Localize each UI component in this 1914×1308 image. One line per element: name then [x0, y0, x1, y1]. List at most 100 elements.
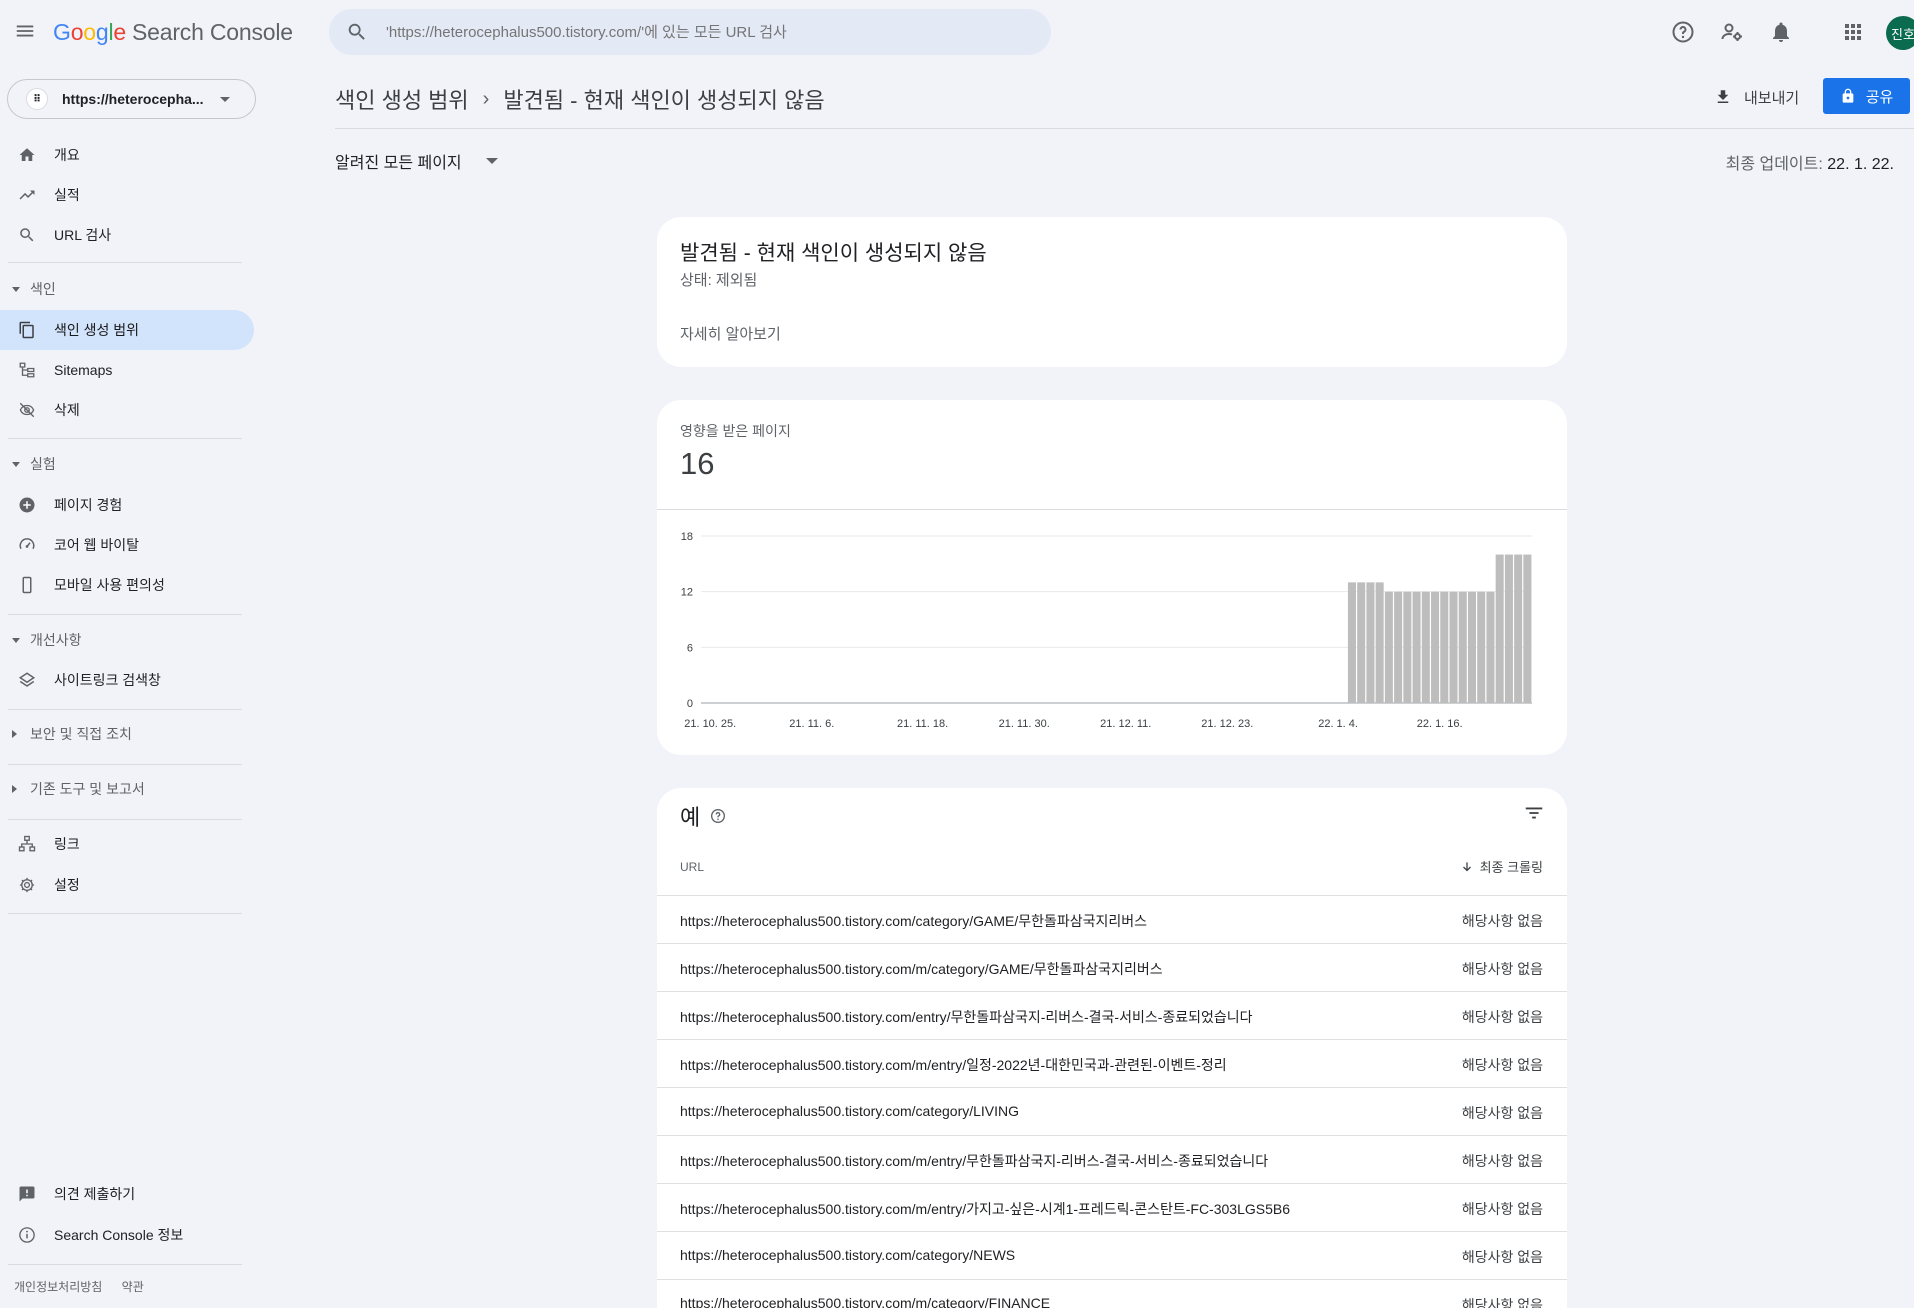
sidebar-item-url-inspection[interactable]: URL 검사	[0, 215, 254, 255]
lock-icon	[1842, 88, 1854, 103]
sidebar-item-links[interactable]: 링크	[0, 824, 254, 864]
table-row[interactable]: https://heterocephalus500.tistory.com/m/…	[657, 1135, 1567, 1183]
feedback-icon	[19, 1186, 35, 1202]
x-tick-label: 21. 11. 6.	[789, 718, 834, 730]
sidebar-item-mobile-usability[interactable]: 모바일 사용 편의성	[0, 565, 254, 605]
sidebar-item-sitelinks-searchbox[interactable]: 사이트링크 검색창	[0, 660, 254, 700]
affected-pages-count: 16	[680, 446, 715, 481]
chart-bar	[1421, 591, 1430, 703]
sitemap-icon	[19, 362, 35, 378]
row-last-crawled: 해당사항 없음	[1461, 913, 1543, 929]
examples-table-card: 예 URL 최종 크롤링 https://heterocephalus500.t…	[657, 788, 1567, 1308]
affected-pages-label: 영향을 받은 페이지	[680, 423, 791, 439]
url-inspect-search-bar[interactable]	[329, 9, 1051, 55]
property-label: https://heterocepha...	[62, 91, 204, 107]
chart-bar	[1412, 591, 1421, 703]
chart-bar	[1514, 554, 1523, 703]
sidebar-item-overview[interactable]: 개요	[0, 135, 254, 175]
speed-gauge-icon	[19, 538, 35, 550]
row-url[interactable]: https://heterocephalus500.tistory.com/m/…	[680, 1151, 1268, 1171]
hamburger-menu-icon[interactable]	[14, 20, 36, 42]
table-row[interactable]: https://heterocephalus500.tistory.com/m/…	[657, 1183, 1567, 1231]
trending-up-icon	[19, 190, 35, 200]
chart-bar	[1384, 591, 1393, 703]
sidebar-item-removals[interactable]: 삭제	[0, 390, 254, 430]
row-url[interactable]: https://heterocephalus500.tistory.com/ca…	[680, 1247, 1015, 1263]
sidebar-item-coverage[interactable]: 색인 생성 범위	[0, 310, 254, 350]
sidebar-section-enhancements[interactable]: 개선사항	[0, 622, 254, 658]
smartphone-icon	[22, 576, 32, 594]
row-last-crawled: 해당사항 없음	[1461, 1153, 1543, 1169]
breadcrumb: 색인 생성 범위 › 발견됨 - 현재 색인이 생성되지 않음	[335, 83, 825, 115]
links-network-icon	[18, 835, 36, 852]
chart-bar	[1366, 582, 1375, 703]
sidebar-divider	[8, 764, 242, 765]
account-avatar[interactable]: 진호	[1886, 16, 1914, 50]
chart-bar	[1495, 554, 1504, 703]
row-url[interactable]: https://heterocephalus500.tistory.com/en…	[680, 1007, 1253, 1027]
share-button[interactable]: 공유	[1823, 78, 1910, 114]
collapse-arrow-icon	[12, 785, 17, 793]
property-favicon-icon: ⠿	[26, 88, 48, 110]
row-url[interactable]: https://heterocephalus500.tistory.com/m/…	[680, 959, 1163, 979]
home-icon	[19, 148, 35, 161]
search-console-logo[interactable]: Google Search Console	[53, 19, 293, 46]
sidebar-item-settings[interactable]: 설정	[0, 865, 254, 905]
filter-list-icon[interactable]	[1523, 802, 1545, 824]
sidebar-section-legacy[interactable]: 기존 도구 및 보고서	[0, 771, 254, 807]
sidebar-item-core-web-vitals[interactable]: 코어 웹 바이탈	[0, 525, 254, 565]
table-row[interactable]: https://heterocephalus500.tistory.com/ca…	[657, 1231, 1567, 1279]
learn-more-link[interactable]: 자세히 알아보기	[680, 323, 781, 344]
sidebar-item-feedback[interactable]: 의견 제출하기	[0, 1174, 254, 1214]
sidebar-item-about[interactable]: Search Console 정보	[0, 1215, 254, 1255]
sidebar-divider	[8, 438, 242, 439]
download-icon	[1717, 90, 1729, 103]
manage-users-icon[interactable]	[1720, 20, 1744, 44]
page-filter-dropdown[interactable]: 알려진 모든 페이지	[335, 149, 498, 173]
x-tick-label: 21. 12. 23.	[1201, 718, 1253, 730]
search-input[interactable]	[386, 23, 1006, 41]
sidebar-section-experience[interactable]: 실험	[0, 446, 254, 482]
table-row[interactable]: https://heterocephalus500.tistory.com/m/…	[657, 943, 1567, 991]
table-row[interactable]: https://heterocephalus500.tistory.com/ca…	[657, 1087, 1567, 1135]
add-circle-icon	[19, 497, 35, 513]
sidebar-item-performance[interactable]: 실적	[0, 175, 254, 215]
chart-bar	[1440, 591, 1449, 703]
property-selector[interactable]: ⠿ https://heterocepha...	[7, 79, 256, 119]
column-header-url[interactable]: URL	[680, 860, 704, 874]
chart-bar	[1449, 591, 1458, 703]
notifications-bell-icon[interactable]	[1769, 20, 1793, 44]
sidebar-item-page-experience[interactable]: 페이지 경험	[0, 485, 254, 525]
table-row[interactable]: https://heterocephalus500.tistory.com/en…	[657, 991, 1567, 1039]
chart-bar	[1458, 591, 1467, 703]
arrow-down-sort-icon	[1462, 861, 1471, 871]
table-row[interactable]: https://heterocephalus500.tistory.com/m/…	[657, 1039, 1567, 1087]
table-row[interactable]: https://heterocephalus500.tistory.com/ca…	[657, 895, 1567, 943]
row-url[interactable]: https://heterocephalus500.tistory.com/m/…	[680, 1199, 1290, 1219]
row-url[interactable]: https://heterocephalus500.tistory.com/m/…	[680, 1295, 1050, 1308]
export-button[interactable]: 내보내기	[1714, 82, 1799, 112]
google-apps-grid-icon[interactable]	[1841, 20, 1865, 44]
search-icon[interactable]	[346, 21, 368, 43]
row-last-crawled: 해당사항 없음	[1461, 1201, 1543, 1217]
info-icon	[19, 1227, 35, 1243]
sidebar-item-sitemaps[interactable]: Sitemaps	[0, 350, 254, 390]
table-row[interactable]: https://heterocephalus500.tistory.com/m/…	[657, 1279, 1567, 1308]
sidebar-section-index[interactable]: 색인	[0, 271, 254, 307]
column-header-last-crawled[interactable]: 최종 크롤링	[1460, 857, 1543, 876]
row-last-crawled: 해당사항 없음	[1461, 961, 1543, 977]
row-url[interactable]: https://heterocephalus500.tistory.com/m/…	[680, 1055, 1227, 1075]
help-icon[interactable]	[710, 808, 726, 824]
layers-icon	[18, 672, 36, 687]
y-tick-label: 6	[687, 642, 693, 654]
help-icon[interactable]	[1671, 20, 1695, 44]
top-bar: GoogleSearch Console 진호	[0, 0, 1914, 64]
chart-bar	[1477, 591, 1486, 703]
row-url[interactable]: https://heterocephalus500.tistory.com/ca…	[680, 1103, 1019, 1119]
sidebar-section-security[interactable]: 보안 및 직접 조치	[0, 716, 254, 752]
row-url[interactable]: https://heterocephalus500.tistory.com/ca…	[680, 911, 1147, 931]
breadcrumb-parent-link[interactable]: 색인 생성 범위	[335, 83, 469, 115]
privacy-link[interactable]: 개인정보처리방침	[14, 1280, 102, 1294]
status-card: 발견됨 - 현재 색인이 생성되지 않음 상태: 제외됨 자세히 알아보기	[657, 217, 1567, 367]
terms-link[interactable]: 약관	[122, 1280, 144, 1294]
